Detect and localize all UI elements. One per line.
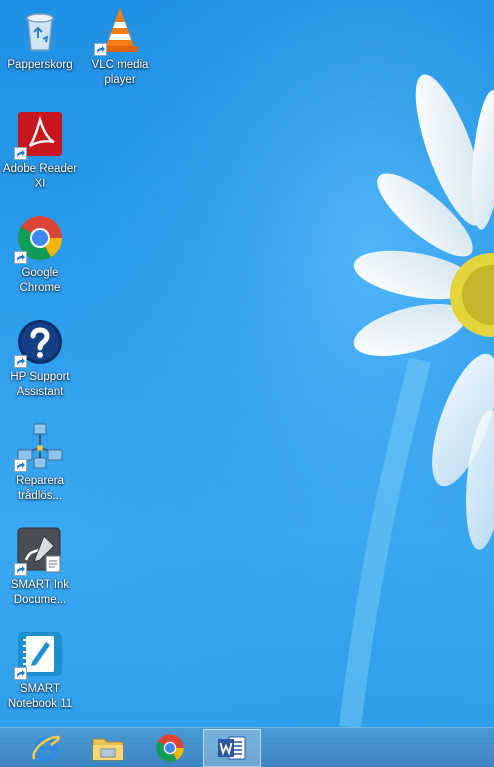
file-explorer-icon: [92, 738, 124, 761]
desktop-icon-label: Papperskorg: [7, 59, 73, 71]
network-repair-icon: [14, 422, 64, 472]
desktop-icon-label: Reparera trådlös...: [16, 475, 64, 502]
shortcut-arrow-icon: [14, 355, 27, 368]
adobe-reader-icon: [14, 110, 64, 160]
shortcut-arrow-icon: [14, 251, 27, 264]
taskbar-word-button[interactable]: [203, 729, 261, 767]
desktop-icon-hp-support-assistant[interactable]: HP Support Assistant: [0, 318, 80, 400]
shortcut-arrow-icon: [14, 147, 27, 160]
desktop-icon-vlc[interactable]: VLC media player: [80, 6, 160, 88]
taskbar-internet-explorer-button[interactable]: [17, 729, 75, 767]
smart-ink-icon: [14, 526, 64, 576]
chrome-icon: [14, 214, 64, 264]
desktop-icon-smart-notebook[interactable]: SMART Notebook 11: [0, 630, 80, 712]
shortcut-arrow-icon: [14, 563, 27, 576]
shortcut-arrow-icon: [94, 43, 107, 56]
chrome-icon: [156, 734, 184, 762]
desktop-icon-label: HP Support Assistant: [10, 371, 70, 398]
taskbar: [0, 727, 494, 767]
desktop-icon-label: SMART Notebook 11: [7, 683, 73, 710]
desktop-icon-label: VLC media player: [91, 59, 149, 86]
vlc-icon: [94, 6, 144, 56]
taskbar-file-explorer-button[interactable]: [79, 729, 137, 767]
taskbar-chrome-button[interactable]: [141, 729, 199, 767]
word-icon: [218, 736, 246, 760]
desktop-icon-network-repair[interactable]: Reparera trådlös...: [0, 422, 80, 504]
desktop-icon-label: Google Chrome: [19, 267, 61, 294]
desktop[interactable]: Papperskorg VLC media player Adobe Reade…: [0, 0, 494, 767]
recycle-bin-icon: [16, 6, 64, 54]
smart-notebook-icon: [14, 630, 64, 680]
desktop-icon-recycle-bin[interactable]: Papperskorg: [0, 6, 80, 73]
desktop-icon-label: Adobe Reader XI: [2, 163, 78, 190]
desktop-icon-label: SMART Ink Docume...: [10, 579, 70, 606]
desktop-icon-adobe-reader[interactable]: Adobe Reader XI: [0, 110, 80, 192]
desktop-icon-smart-ink[interactable]: SMART Ink Docume...: [0, 526, 80, 608]
hp-support-icon: [14, 318, 64, 368]
shortcut-arrow-icon: [14, 459, 27, 472]
desktop-icon-google-chrome[interactable]: Google Chrome: [0, 214, 80, 296]
shortcut-arrow-icon: [14, 667, 27, 680]
internet-explorer-icon: [32, 735, 60, 761]
